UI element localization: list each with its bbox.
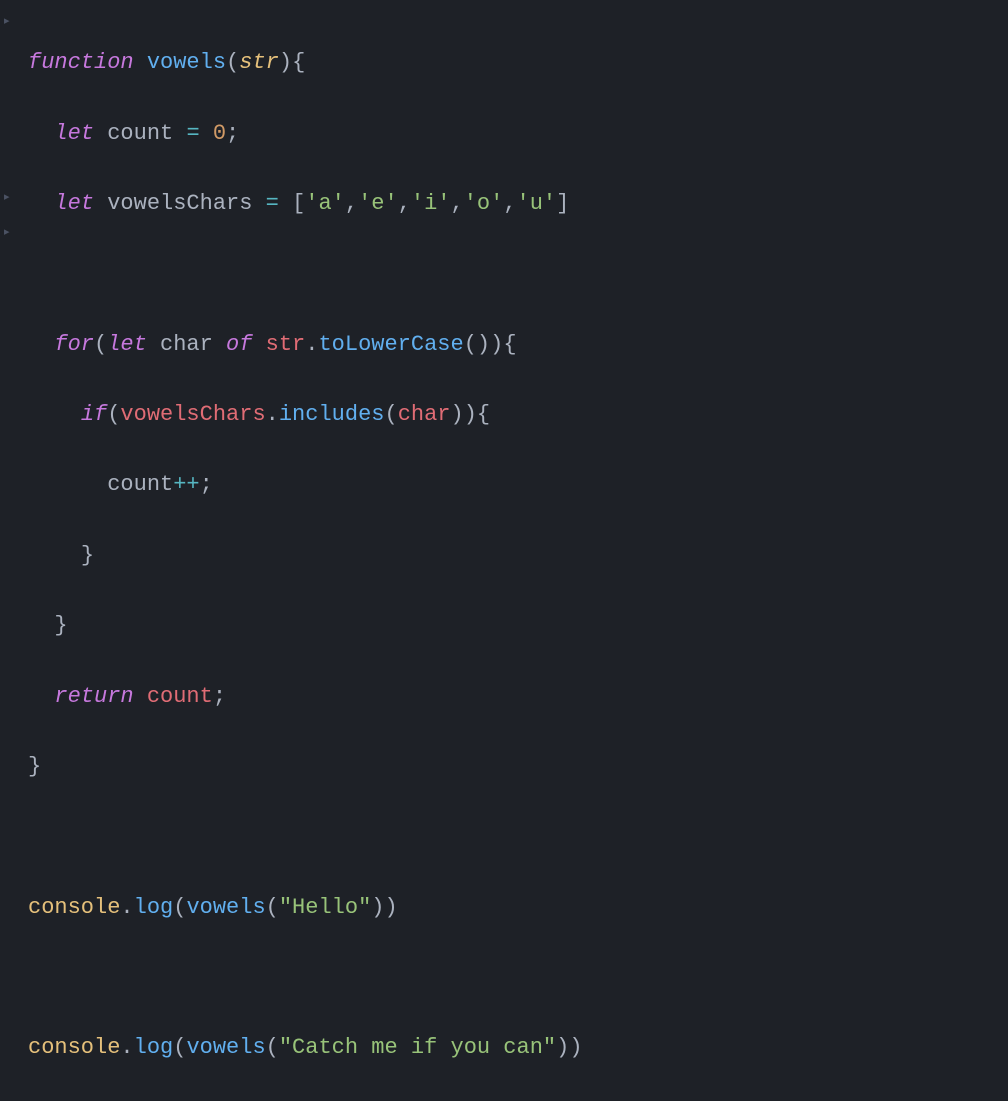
code-line: function vowels(str){ <box>28 45 1008 80</box>
keyword-let: let <box>107 332 147 357</box>
code-line: for(let char of str.toLowerCase()){ <box>28 327 1008 362</box>
keyword-if: if <box>81 402 107 427</box>
brace-open: { <box>503 332 516 357</box>
op-inc: ++ <box>173 472 199 497</box>
bracket-close: ] <box>556 191 569 216</box>
code-editor[interactable]: function vowels(str){ let count = 0; let… <box>0 10 1008 1101</box>
string-o: 'o' <box>464 191 504 216</box>
var-count: count <box>107 121 173 146</box>
semicolon: ; <box>226 121 239 146</box>
dot: . <box>120 1035 133 1060</box>
code-line-blank <box>28 819 1008 854</box>
fold-marker[interactable]: ▸ <box>4 14 10 32</box>
keyword-let: let <box>54 191 94 216</box>
string-a: 'a' <box>305 191 345 216</box>
string-e: 'e' <box>358 191 398 216</box>
method-toLowerCase: toLowerCase <box>318 332 463 357</box>
paren-open: ( <box>107 402 120 427</box>
function-name: vowels <box>147 50 226 75</box>
method-includes: includes <box>279 402 385 427</box>
method-log: log <box>134 1035 174 1060</box>
num-zero: 0 <box>213 121 226 146</box>
code-line: let vowelsChars = ['a','e','i','o','u'] <box>28 186 1008 221</box>
keyword-return: return <box>54 684 133 709</box>
dot: . <box>305 332 318 357</box>
code-line: return count; <box>28 679 1008 714</box>
keyword-for: for <box>54 332 94 357</box>
paren-close: ) <box>556 1035 569 1060</box>
keyword-function: function <box>28 50 134 75</box>
code-line: } <box>28 608 1008 643</box>
op-eq: = <box>186 121 199 146</box>
ident-str: str <box>266 332 306 357</box>
paren-close: ) <box>384 895 397 920</box>
param-str: str <box>239 50 279 75</box>
obj-console: console <box>28 895 120 920</box>
comma: , <box>345 191 358 216</box>
keyword-of: of <box>226 332 252 357</box>
op-eq: = <box>266 191 279 216</box>
ident-count: count <box>147 684 213 709</box>
fold-marker[interactable]: ▸ <box>4 190 10 208</box>
string-u: 'u' <box>517 191 557 216</box>
paren-open: ( <box>173 895 186 920</box>
fold-marker[interactable]: ▸ <box>4 225 10 243</box>
code-line: } <box>28 749 1008 784</box>
code-line: if(vowelsChars.includes(char)){ <box>28 397 1008 432</box>
method-log: log <box>134 895 174 920</box>
string-i: 'i' <box>411 191 451 216</box>
comma: , <box>451 191 464 216</box>
code-line: } <box>28 538 1008 573</box>
code-line-blank <box>28 960 1008 995</box>
paren-open: ( <box>266 895 279 920</box>
fn-call-vowels: vowels <box>186 895 265 920</box>
keyword-let: let <box>54 121 94 146</box>
dot: . <box>266 402 279 427</box>
comma: , <box>503 191 516 216</box>
brace-open: { <box>292 50 305 75</box>
paren-open: ( <box>226 50 239 75</box>
brace-close: } <box>81 543 94 568</box>
paren-close: ) <box>477 332 490 357</box>
paren-close: ) <box>490 332 503 357</box>
brace-open: { <box>477 402 490 427</box>
paren-open: ( <box>266 1035 279 1060</box>
string-catch: "Catch me if you can" <box>279 1035 556 1060</box>
paren-open: ( <box>384 402 397 427</box>
semicolon: ; <box>213 684 226 709</box>
brace-close: } <box>54 613 67 638</box>
string-hello: "Hello" <box>279 895 371 920</box>
semicolon: ; <box>200 472 213 497</box>
paren-close: ) <box>464 402 477 427</box>
paren-open: ( <box>173 1035 186 1060</box>
obj-console: console <box>28 1035 120 1060</box>
paren-close: ) <box>451 402 464 427</box>
var-char: char <box>160 332 213 357</box>
ident-char: char <box>398 402 451 427</box>
paren-close: ) <box>279 50 292 75</box>
paren-close: ) <box>569 1035 582 1060</box>
bracket-open: [ <box>292 191 305 216</box>
paren-open: ( <box>94 332 107 357</box>
brace-close: } <box>28 754 41 779</box>
dot: . <box>120 895 133 920</box>
ident-vowelsChars: vowelsChars <box>120 402 265 427</box>
fold-gutter: ▸ ▸ ▸ <box>0 0 20 650</box>
code-line: count++; <box>28 467 1008 502</box>
code-line: console.log(vowels("Hello")) <box>28 890 1008 925</box>
paren-close: ) <box>371 895 384 920</box>
code-line: console.log(vowels("Catch me if you can"… <box>28 1030 1008 1065</box>
ident-count: count <box>107 472 173 497</box>
comma: , <box>398 191 411 216</box>
code-line: let count = 0; <box>28 116 1008 151</box>
fn-call-vowels: vowels <box>186 1035 265 1060</box>
paren-open: ( <box>464 332 477 357</box>
var-vowelsChars: vowelsChars <box>107 191 252 216</box>
code-line-blank <box>28 256 1008 291</box>
